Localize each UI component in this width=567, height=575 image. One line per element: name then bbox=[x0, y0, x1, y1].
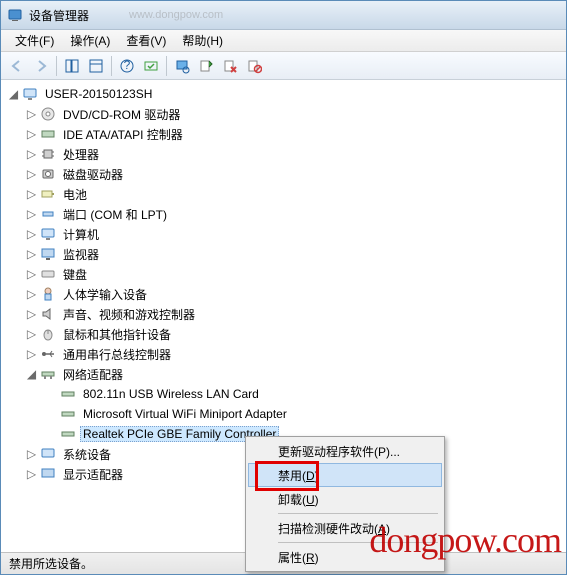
nav-back-button bbox=[5, 54, 29, 78]
status-text: 禁用所选设备。 bbox=[9, 555, 93, 572]
tree-category[interactable]: ▷人体学输入设备 bbox=[3, 284, 564, 304]
tree-category[interactable]: ▷端口 (COM 和 LPT) bbox=[3, 204, 564, 224]
expander-icon[interactable]: ▷ bbox=[25, 168, 38, 181]
context-menu: 更新驱动程序软件(P)... 禁用(D) 卸载(U) 扫描检测硬件改动(A) 属… bbox=[245, 436, 445, 572]
keyboard-icon bbox=[40, 266, 56, 282]
monitor-icon bbox=[40, 246, 56, 262]
action-button[interactable] bbox=[139, 54, 163, 78]
ide-icon bbox=[40, 126, 56, 142]
tree-category[interactable]: ▷监视器 bbox=[3, 244, 564, 264]
cm-update-driver[interactable]: 更新驱动程序软件(P)... bbox=[248, 439, 442, 463]
uninstall-button[interactable] bbox=[218, 54, 242, 78]
titlebar: 设备管理器 www.dongpow.com bbox=[1, 1, 566, 30]
menu-help[interactable]: 帮助(H) bbox=[174, 30, 231, 51]
tree-category[interactable]: ▷电池 bbox=[3, 184, 564, 204]
menu-file[interactable]: 文件(F) bbox=[7, 30, 62, 51]
expander-icon[interactable]: ▷ bbox=[25, 448, 38, 461]
computer-icon bbox=[22, 86, 38, 102]
help-button[interactable]: ? bbox=[115, 54, 139, 78]
expander-icon[interactable]: ▷ bbox=[25, 308, 38, 321]
tree-category[interactable]: ▷鼠标和其他指针设备 bbox=[3, 324, 564, 344]
usb-icon bbox=[40, 346, 56, 362]
display-icon bbox=[40, 466, 56, 482]
expander-icon[interactable]: ▷ bbox=[25, 248, 38, 261]
tree-category[interactable]: ▷IDE ATA/ATAPI 控制器 bbox=[3, 124, 564, 144]
computer-icon bbox=[40, 226, 56, 242]
port-icon bbox=[40, 206, 56, 222]
expander-icon[interactable]: ▷ bbox=[25, 108, 38, 121]
battery-icon bbox=[40, 186, 56, 202]
update-driver-button[interactable] bbox=[194, 54, 218, 78]
menubar: 文件(F) 操作(A) 查看(V) 帮助(H) bbox=[1, 30, 566, 52]
titlebar-blur-text: www.dongpow.com bbox=[129, 9, 560, 21]
expander-icon[interactable]: ▷ bbox=[25, 268, 38, 281]
menu-action[interactable]: 操作(A) bbox=[62, 30, 118, 51]
tree-category[interactable]: ▷通用串行总线控制器 bbox=[3, 344, 564, 364]
svg-text:?: ? bbox=[124, 58, 131, 72]
expander-icon[interactable]: ▷ bbox=[25, 468, 38, 481]
cm-scan-hardware[interactable]: 扫描检测硬件改动(A) bbox=[248, 516, 442, 540]
nav-forward-button bbox=[29, 54, 53, 78]
tree-category[interactable]: ▷DVD/CD-ROM 驱动器 bbox=[3, 104, 564, 124]
tree-category-network[interactable]: ◢网络适配器 bbox=[3, 364, 564, 384]
network-icon bbox=[40, 366, 56, 382]
cm-properties[interactable]: 属性(R) bbox=[248, 545, 442, 569]
app-icon bbox=[7, 7, 23, 23]
toolbar: ? bbox=[1, 52, 566, 80]
system-icon bbox=[40, 446, 56, 462]
disable-button[interactable] bbox=[242, 54, 266, 78]
expander-icon[interactable]: ▷ bbox=[25, 188, 38, 201]
expander-icon[interactable]: ▷ bbox=[25, 328, 38, 341]
root-label[interactable]: USER-20150123SH bbox=[42, 86, 155, 102]
cm-uninstall[interactable]: 卸载(U) bbox=[248, 487, 442, 511]
expander-icon[interactable]: ▷ bbox=[25, 128, 38, 141]
tree-category[interactable]: ▷处理器 bbox=[3, 144, 564, 164]
mouse-icon bbox=[40, 326, 56, 342]
tree-category[interactable]: ▷声音、视频和游戏控制器 bbox=[3, 304, 564, 324]
audio-icon bbox=[40, 306, 56, 322]
expander-icon[interactable]: ◢ bbox=[7, 88, 20, 101]
network-adapter-icon bbox=[60, 386, 76, 402]
window-title: 设备管理器 bbox=[29, 7, 89, 24]
expander-icon[interactable]: ▷ bbox=[25, 228, 38, 241]
show-hide-tree-button[interactable] bbox=[60, 54, 84, 78]
hid-icon bbox=[40, 286, 56, 302]
cdrom-icon bbox=[40, 106, 56, 122]
expander-icon[interactable]: ▷ bbox=[25, 288, 38, 301]
cm-separator bbox=[278, 542, 438, 543]
tree-category[interactable]: ▷计算机 bbox=[3, 224, 564, 244]
expander-icon[interactable]: ◢ bbox=[25, 368, 38, 381]
menu-view[interactable]: 查看(V) bbox=[118, 30, 174, 51]
disk-icon bbox=[40, 166, 56, 182]
tree-device[interactable]: ▷802.11n USB Wireless LAN Card bbox=[3, 384, 564, 404]
cpu-icon bbox=[40, 146, 56, 162]
scan-hardware-button[interactable] bbox=[170, 54, 194, 78]
network-adapter-icon bbox=[60, 426, 76, 442]
tree-root[interactable]: ◢ USER-20150123SH bbox=[3, 84, 564, 104]
cm-disable[interactable]: 禁用(D) bbox=[248, 463, 442, 487]
expander-icon[interactable]: ▷ bbox=[25, 208, 38, 221]
network-adapter-icon bbox=[60, 406, 76, 422]
tree-category[interactable]: ▷磁盘驱动器 bbox=[3, 164, 564, 184]
cm-separator bbox=[278, 513, 438, 514]
tree-device[interactable]: ▷Microsoft Virtual WiFi Miniport Adapter bbox=[3, 404, 564, 424]
expander-icon[interactable]: ▷ bbox=[25, 148, 38, 161]
properties-button[interactable] bbox=[84, 54, 108, 78]
tree-category[interactable]: ▷键盘 bbox=[3, 264, 564, 284]
expander-icon[interactable]: ▷ bbox=[25, 348, 38, 361]
